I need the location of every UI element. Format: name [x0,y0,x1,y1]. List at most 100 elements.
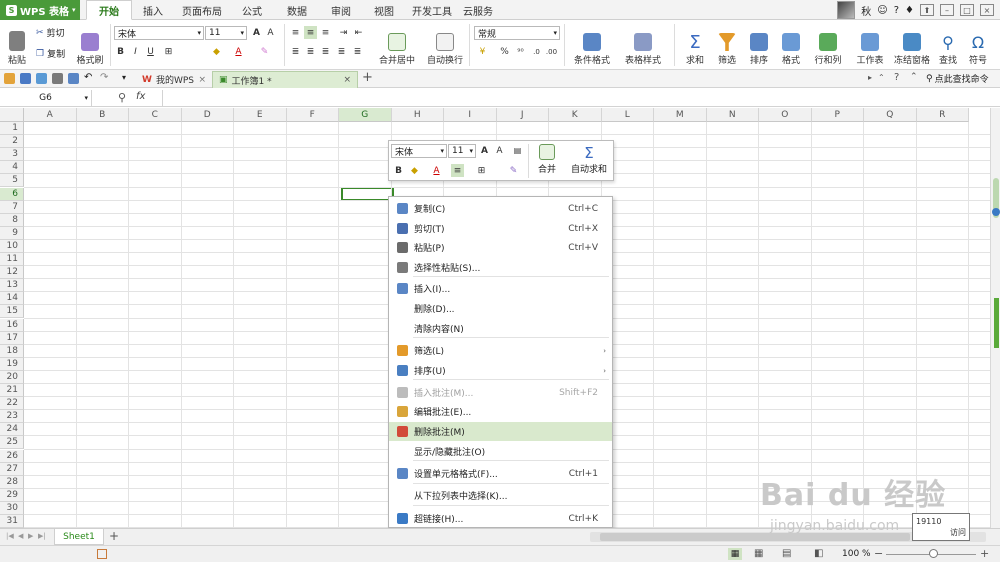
percent-icon[interactable]: % [498,45,511,58]
row-header[interactable]: 26 [0,449,24,463]
last-sheet-icon[interactable]: ▶| [38,532,46,540]
context-menu-item[interactable]: 插入批注(M)... Shift+F2 [389,383,612,402]
distributed-icon[interactable]: ≣ [351,45,364,58]
menu-tab[interactable]: 视图 [364,0,404,20]
column-header[interactable]: P [811,108,864,122]
align-center-icon[interactable]: ≡ [451,164,464,177]
row-header[interactable]: 12 [0,266,24,280]
sum-button[interactable]: Σ 求和 [680,24,710,67]
row-header[interactable]: 7 [0,200,24,214]
close-icon[interactable]: × [198,75,206,85]
column-header[interactable]: R [916,108,969,122]
border-icon[interactable]: ⊞ [162,45,175,58]
filter-button[interactable]: 筛选 [712,24,742,66]
command-search[interactable]: ⚲ 点此查找命令 [926,72,989,86]
fx-icon[interactable]: fx [136,91,145,102]
format-painter-button[interactable]: 格式刷 [74,24,106,66]
restore-icon[interactable]: ⬆ [920,4,934,16]
macro-icon[interactable] [97,549,107,559]
context-menu-item[interactable]: 插入(I)... [389,279,612,298]
redo-icon[interactable]: ↷ [100,72,108,83]
align-center-icon[interactable]: ≣ [304,45,317,58]
page-break-view-icon[interactable]: ▦ [754,548,763,559]
decrease-decimal-icon[interactable]: .00 [545,45,558,58]
sheet-tab[interactable]: Sheet1 [54,529,104,545]
row-header[interactable]: 22 [0,397,24,411]
fill-color-icon[interactable]: ◆ [210,45,223,58]
menu-tab[interactable]: 页面布局 [176,0,228,20]
row-header[interactable]: 3 [0,148,24,162]
column-header[interactable]: E [234,108,287,122]
row-header[interactable]: 23 [0,410,24,424]
font-size-select[interactable]: 11 ▾ [205,26,247,40]
column-header[interactable]: C [129,108,182,122]
font-color-icon[interactable]: A [232,45,245,58]
zoom-in-icon[interactable]: + [980,547,989,560]
app-menu-button[interactable]: S WPS 表格 ▾ [0,0,80,20]
context-menu-item[interactable]: 编辑批注(E)... [389,402,612,421]
paste-button[interactable]: 粘贴 [4,24,30,66]
context-menu-item[interactable]: 删除(D)... [389,299,612,318]
name-box[interactable]: G6 ▾ [0,90,92,106]
vertical-scrollbar[interactable] [990,108,1000,528]
row-header[interactable]: 30 [0,501,24,515]
border-icon[interactable]: ⊞ [475,164,488,177]
context-menu-item[interactable]: 选择性粘贴(S)... [389,258,612,277]
find-button[interactable]: ⚲ 查找 [934,24,962,66]
column-header[interactable]: L [601,108,654,122]
context-menu-item[interactable]: 设置单元格格式(F)... Ctrl+1 [389,464,612,483]
row-header[interactable]: 15 [0,305,24,319]
skin-icon[interactable]: ☺ [877,5,887,16]
context-menu-item[interactable]: 筛选(L) › [389,341,612,360]
row-header[interactable]: 14 [0,292,24,306]
zoom-formula-icon[interactable]: ⚲ [118,91,126,104]
menu-tab[interactable]: 公式 [232,0,272,20]
mini-font-select[interactable]: 宋体 ▾ [391,144,447,158]
row-header[interactable]: 31 [0,515,24,529]
wrap-text-button[interactable]: 自动换行 [424,24,466,66]
zoom-level[interactable]: 100 % [842,549,871,559]
next-sheet-icon[interactable]: ▶ [28,532,33,540]
column-header[interactable]: J [496,108,549,122]
row-header[interactable]: 21 [0,384,24,398]
align-bottom-icon[interactable]: ≡ [319,26,332,39]
context-menu-item[interactable]: 从下拉列表中选择(K)... [389,486,612,505]
column-header[interactable]: N [706,108,759,122]
font-name-select[interactable]: 宋体 ▾ [114,26,204,40]
context-menu-item[interactable]: 清除内容(N) [389,319,612,338]
row-header[interactable]: 1 [0,122,24,136]
layout-view-icon[interactable]: ▤ [782,548,791,559]
column-header[interactable]: B [76,108,129,122]
grow-font-icon[interactable]: A [478,144,491,157]
context-menu-item[interactable]: 排序(U) › [389,361,612,380]
mini-size-select[interactable]: 11 ▾ [448,144,476,158]
row-col-button[interactable]: 行和列 [808,24,848,66]
undo-icon[interactable]: ↶ [84,72,92,83]
row-header[interactable]: 11 [0,253,24,267]
format-button[interactable]: 格式 [776,24,806,66]
tab-workbook1[interactable]: ▣ 工作簿1 * × [212,71,358,88]
chevron-down-icon[interactable]: ▾ [122,73,126,82]
pin-icon[interactable]: ⌃ [878,73,885,82]
column-header[interactable]: F [286,108,339,122]
number-format-select[interactable]: 常规 ▾ [474,26,560,40]
preview-icon[interactable] [68,73,79,84]
column-header[interactable]: Q [864,108,917,122]
row-header[interactable]: 28 [0,475,24,489]
column-header[interactable]: K [549,108,602,122]
first-sheet-icon[interactable]: |◀ [6,532,14,540]
row-header[interactable]: 29 [0,488,24,502]
row-header[interactable]: 9 [0,226,24,240]
row-header[interactable]: 16 [0,318,24,332]
row-header[interactable]: 27 [0,462,24,476]
open-icon[interactable] [4,73,15,84]
context-menu-item[interactable]: 复制(C) Ctrl+C [389,199,612,218]
eraser-icon[interactable]: ✎ [507,164,520,177]
expand-icon[interactable]: ▸ [868,73,872,82]
user-name[interactable]: 秋 [861,3,871,18]
row-header[interactable]: 19 [0,357,24,371]
context-menu-item[interactable]: 显示/隐藏批注(O) [389,442,612,461]
select-all-corner[interactable] [0,108,24,122]
new-tab-icon[interactable]: + [362,70,373,85]
context-menu-item[interactable]: 剪切(T) Ctrl+X [389,219,612,238]
